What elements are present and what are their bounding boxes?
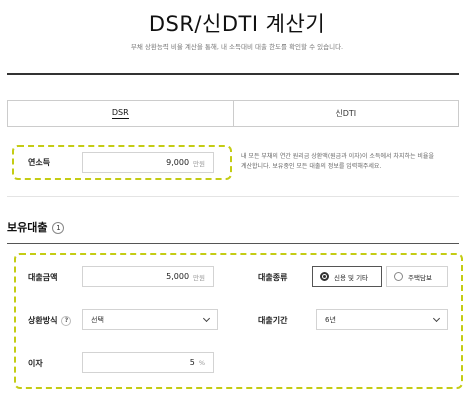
page-title: DSR/신DTI 계산기 <box>148 12 326 36</box>
tab-new-dti-label: 신DTI <box>335 109 357 118</box>
section-title: 보유대출 1 <box>7 219 65 235</box>
loan-type-mortgage-radio[interactable]: 주택담보 <box>386 266 448 287</box>
divider <box>7 196 459 197</box>
tab-new-dti[interactable]: 신DTI <box>233 101 458 126</box>
tab-dsr-label: DSR <box>111 108 129 119</box>
divider <box>7 243 459 244</box>
loan-term-label: 대출기간 <box>258 316 288 325</box>
loan-amount-input[interactable]: 5,000 만원 <box>82 266 214 287</box>
loan-term-value: 6년 <box>325 315 336 324</box>
loan-count-badge[interactable]: 1 <box>52 222 65 234</box>
loan-type-mortgage-label: 주택담보 <box>408 273 432 282</box>
loan-type-credit-radio[interactable]: 신용 및 기타 <box>312 266 382 287</box>
radio-selected-icon <box>320 272 329 281</box>
repay-method-label-text: 상환방식 <box>28 316 58 325</box>
interest-unit: % <box>198 358 205 367</box>
calculator-tabs: DSR 신DTI <box>7 100 459 127</box>
repay-method-value: 선택 <box>91 315 104 324</box>
loan-amount-label: 대출금액 <box>28 273 58 282</box>
income-unit: 만원 <box>193 159 205 168</box>
loan-type-credit-label: 신용 및 기타 <box>334 273 369 282</box>
radio-unselected-icon <box>394 272 403 281</box>
section-title-text: 보유대출 <box>7 221 48 234</box>
income-label: 연소득 <box>28 158 51 167</box>
income-input[interactable]: 9,000 만원 <box>82 152 214 173</box>
divider <box>7 73 459 75</box>
repay-method-label: 상환방식? <box>28 315 72 326</box>
loan-term-select[interactable]: 6년 <box>316 309 448 330</box>
income-value: 9,000 <box>166 158 190 167</box>
tab-dsr[interactable]: DSR <box>8 101 234 126</box>
repay-method-select[interactable]: 선택 <box>82 309 218 330</box>
loan-amount-value: 5,000 <box>166 272 190 281</box>
interest-label: 이자 <box>28 359 43 368</box>
loan-type-label: 대출종류 <box>258 273 288 282</box>
loan-amount-unit: 만원 <box>193 273 205 282</box>
help-icon[interactable]: ? <box>61 315 72 326</box>
chevron-down-icon <box>432 314 441 322</box>
income-note: 내 모든 부채의 연간 원리금 상환액(원금과 이자)이 소득에서 차지하는 비… <box>241 153 434 170</box>
chevron-down-icon <box>202 314 211 322</box>
page-subtitle: 부채 상환능력 비율 계산을 통해, 내 소득대비 대출 한도를 확인할 수 있… <box>130 43 344 51</box>
interest-input[interactable]: 5 % <box>82 352 214 373</box>
interest-value: 5 <box>189 358 195 367</box>
